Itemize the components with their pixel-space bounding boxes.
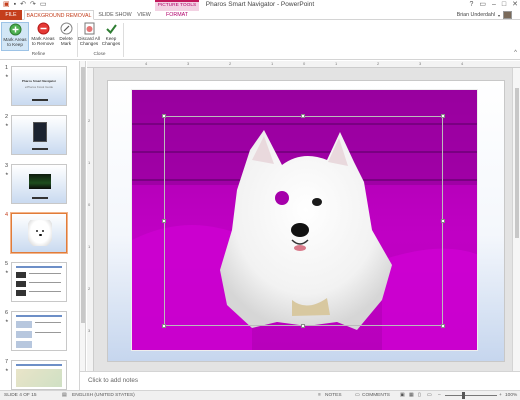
notes-placeholder[interactable]: Click to add notes: [88, 377, 138, 384]
window-controls: ? ▭ – □ ✕: [469, 0, 518, 9]
ribbon: Mark Areas to Keep Mark Areas to Remove …: [0, 20, 520, 60]
zoom-in-icon[interactable]: +: [499, 391, 502, 400]
mark-areas-to-remove-button[interactable]: Mark Areas to Remove: [29, 22, 57, 47]
minimize-icon[interactable]: –: [492, 0, 496, 9]
eraser-icon: [60, 22, 72, 35]
mark-areas-to-keep-button[interactable]: Mark Areas to Keep: [1, 22, 29, 51]
proofing-icon[interactable]: ▤: [62, 391, 67, 400]
language-indicator[interactable]: ENGLISH (UNITED STATES): [72, 391, 135, 400]
thumb-subtitle: ePharos Kiosk Guide: [24, 85, 54, 89]
discard-icon: [84, 22, 94, 35]
notes-pane[interactable]: Click to add notes: [80, 371, 520, 390]
slide-thumbnail-3[interactable]: [11, 164, 67, 204]
tab-format[interactable]: FORMAT: [156, 10, 198, 20]
thumb-title: Pharos Smart Navigator: [21, 79, 57, 83]
keep-changes-button[interactable]: Keep Changes: [100, 22, 122, 47]
animation-star-icon: ★: [5, 73, 9, 78]
thumb-dark-image: [29, 174, 51, 189]
slide-thumbnail-5[interactable]: [11, 262, 67, 302]
slide-thumbnail-6[interactable]: [11, 311, 67, 351]
zoom-slider-handle[interactable]: [462, 392, 465, 399]
discard-all-changes-button[interactable]: Discard All Changes: [78, 22, 100, 47]
slideshow-view-icon[interactable]: ▭: [427, 391, 432, 400]
reading-view-icon[interactable]: ▯: [418, 391, 421, 400]
maximize-icon[interactable]: □: [502, 0, 506, 9]
notes-icon: ≡: [318, 393, 321, 398]
resize-handle[interactable]: [162, 219, 166, 223]
close-icon[interactable]: ✕: [512, 0, 518, 9]
slide-number: 3: [5, 163, 9, 169]
status-bar: SLIDE 4 OF 15 ▤ ENGLISH (UNITED STATES) …: [0, 390, 520, 400]
scrollbar-thumb[interactable]: [81, 67, 85, 323]
slide-thumbnail-pane: 1 ★ Pharos Smart Navigator ePharos Kiosk…: [0, 61, 80, 390]
checkmark-icon: [105, 24, 117, 35]
avatar: [503, 11, 512, 19]
group-divider: [123, 23, 124, 57]
resize-handle[interactable]: [162, 324, 166, 328]
tab-view[interactable]: VIEW: [134, 10, 154, 20]
title-bar: ▣ ▪ ↶ ↷ ▭ Pharos Smart Navigator - Power…: [0, 0, 520, 10]
resize-handle[interactable]: [441, 219, 445, 223]
ribbon-tabs: FILE BACKGROUND REMOVAL SLIDE SHOW VIEW …: [0, 10, 520, 20]
help-icon[interactable]: ?: [469, 0, 473, 9]
plus-pencil-icon: [9, 23, 21, 36]
group-label-refine: Refine: [31, 51, 46, 56]
slide-number: 1: [5, 65, 9, 71]
group-label-close: Close: [93, 51, 106, 56]
ribbon-display-icon[interactable]: ▭: [479, 0, 486, 9]
comments-toggle[interactable]: COMMENTS: [362, 391, 390, 400]
animation-star-icon: ★: [5, 269, 9, 274]
slide-sorter-icon[interactable]: ▦: [409, 391, 414, 400]
thumbnail-scrollbar[interactable]: [80, 61, 86, 390]
scrollbar-thumb[interactable]: [515, 88, 519, 238]
slide-thumbnail-2[interactable]: [11, 115, 67, 155]
resize-handle[interactable]: [441, 324, 445, 328]
slide-thumbnail-7[interactable]: [11, 360, 67, 390]
thumb-map-image: [16, 369, 62, 387]
vertical-ruler: 2 1 0 1 2 3: [87, 68, 94, 371]
slide-number: 4: [5, 212, 9, 218]
thumb-dog-image: [28, 220, 52, 246]
resize-handle[interactable]: [162, 114, 166, 118]
canvas-scrollbar[interactable]: [512, 68, 520, 371]
slide-number: 6: [5, 310, 9, 316]
user-account[interactable]: Brian Underdahl ▾: [457, 11, 512, 19]
animation-star-icon: ★: [5, 318, 9, 323]
normal-view-icon[interactable]: ▣: [400, 391, 405, 400]
tab-file[interactable]: FILE: [0, 10, 22, 20]
slide-number: 2: [5, 114, 9, 120]
zoom-level[interactable]: 100%: [505, 391, 517, 400]
zoom-out-icon[interactable]: –: [438, 391, 441, 400]
slide-number: 5: [5, 261, 9, 267]
notes-toggle[interactable]: NOTES: [325, 391, 342, 400]
comments-icon: ▭: [355, 393, 360, 398]
delete-mark-button[interactable]: Delete Mark: [56, 22, 76, 47]
collapse-ribbon-icon[interactable]: ^: [514, 50, 517, 56]
tab-slide-show[interactable]: SLIDE SHOW: [96, 10, 134, 20]
user-name: Brian Underdahl: [456, 12, 495, 18]
thumb-device-image: [33, 122, 47, 142]
resize-handle[interactable]: [301, 324, 305, 328]
resize-handle[interactable]: [441, 114, 445, 118]
animation-star-icon: ★: [5, 171, 9, 176]
slide-thumbnail-1[interactable]: Pharos Smart Navigator ePharos Kiosk Gui…: [11, 66, 67, 106]
resize-handle[interactable]: [301, 114, 305, 118]
background-removal-marquee[interactable]: [164, 116, 443, 326]
slide-number: 7: [5, 359, 9, 365]
window-title: Pharos Smart Navigator - PowerPoint: [205, 1, 315, 8]
zoom-slider[interactable]: [445, 395, 497, 396]
animation-star-icon: ★: [5, 367, 9, 372]
minus-pencil-icon: [37, 22, 49, 35]
horizontal-ruler: 4 3 2 1 0 1 2 3 4: [87, 61, 520, 68]
slide-thumbnail-4[interactable]: [10, 212, 68, 254]
animation-star-icon: ★: [5, 122, 9, 127]
tab-background-removal[interactable]: BACKGROUND REMOVAL: [24, 10, 94, 20]
slide-counter: SLIDE 4 OF 15: [4, 393, 37, 398]
